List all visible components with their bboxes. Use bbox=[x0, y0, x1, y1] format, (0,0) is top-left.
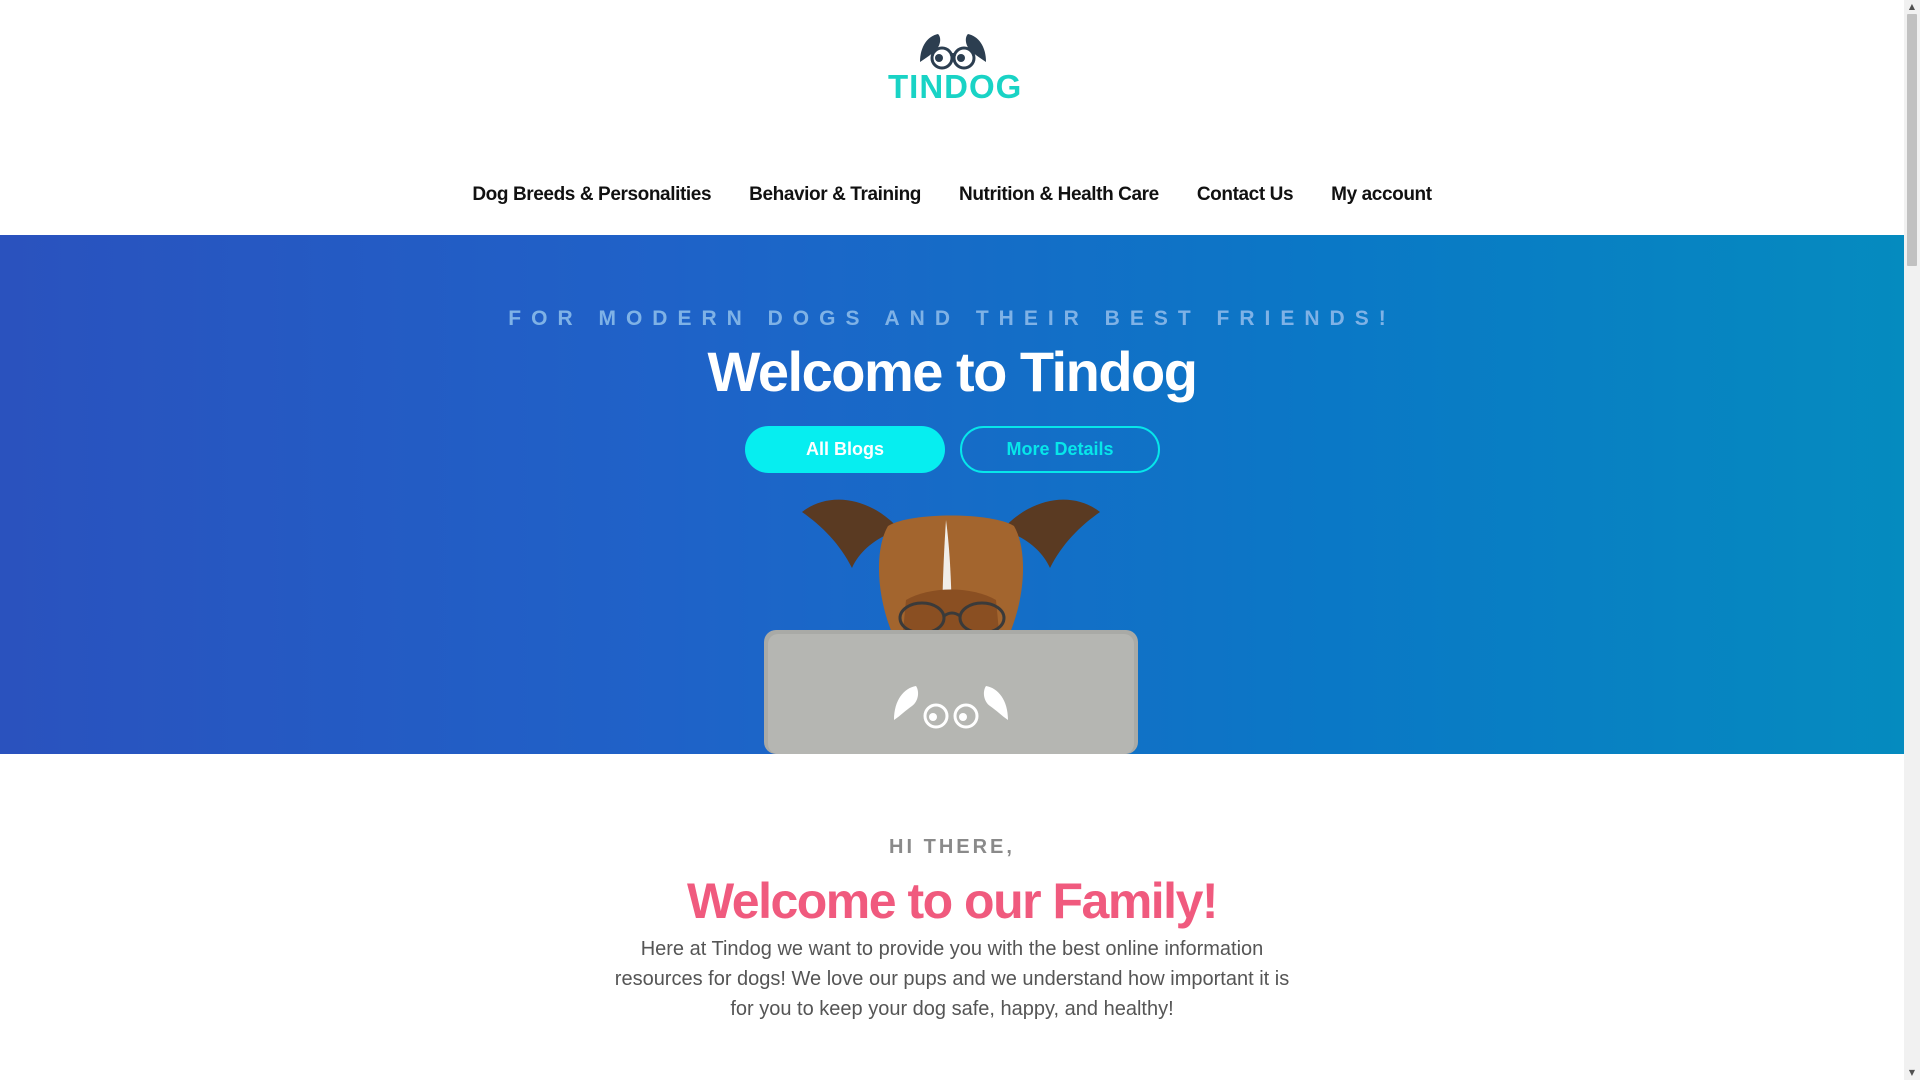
all-blogs-button[interactable]: All Blogs bbox=[745, 426, 945, 473]
brand-name: TINDOG bbox=[888, 68, 1023, 105]
brand-logo[interactable]: TINDOG bbox=[888, 32, 1023, 105]
scroll-up-icon[interactable]: ▲ bbox=[1904, 0, 1920, 14]
site-header: TINDOG Dog Breeds & Personalities Behavi… bbox=[0, 0, 1904, 235]
nav-item-behavior-training[interactable]: Behavior & Training bbox=[749, 184, 921, 206]
dog-laptop-image bbox=[764, 499, 1138, 754]
nav-item-nutrition-health[interactable]: Nutrition & Health Care bbox=[959, 184, 1159, 206]
family-section: HI THERE, Welcome to our Family! Here at… bbox=[0, 754, 1904, 1080]
family-eyebrow: HI THERE, bbox=[889, 836, 1015, 858]
page: TINDOG Dog Breeds & Personalities Behavi… bbox=[0, 0, 1904, 1080]
nav-item-dog-breeds[interactable]: Dog Breeds & Personalities bbox=[472, 184, 711, 206]
scrollbar-thumb[interactable] bbox=[1907, 14, 1917, 266]
vertical-scrollbar[interactable]: ▲ ▼ bbox=[1904, 0, 1920, 1080]
hero-section: FOR MODERN DOGS AND THEIR BEST FRIENDS! … bbox=[0, 235, 1904, 754]
family-description: Here at Tindog we want to provide you wi… bbox=[614, 938, 1290, 1020]
hero-title: Welcome to Tindog bbox=[707, 340, 1198, 403]
main-nav: Dog Breeds & Personalities Behavior & Tr… bbox=[0, 184, 1904, 206]
hero-tagline: FOR MODERN DOGS AND THEIR BEST FRIENDS! bbox=[508, 307, 1396, 330]
nav-item-contact-us[interactable]: Contact Us bbox=[1197, 184, 1294, 206]
more-details-button[interactable]: More Details bbox=[960, 426, 1160, 473]
scroll-down-icon[interactable]: ▼ bbox=[1904, 1066, 1920, 1080]
family-title: Welcome to our Family! bbox=[686, 873, 1219, 929]
nav-item-my-account[interactable]: My account bbox=[1331, 184, 1432, 206]
